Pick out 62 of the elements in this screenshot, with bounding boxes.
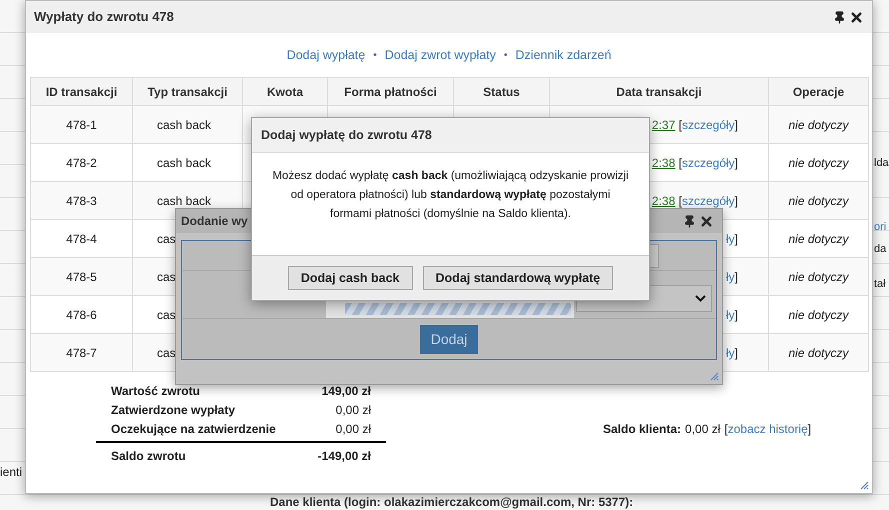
details-link[interactable]: szczegóły: [682, 156, 735, 170]
balance-value: 0,00 zł: [685, 420, 720, 438]
dialog-title: Wypłaty do zwrotu 478: [34, 8, 174, 26]
background-link[interactable]: ori: [874, 219, 886, 236]
table-cell: nie dotyczy: [768, 334, 868, 372]
column-header: Forma płatności: [328, 78, 454, 106]
details-link[interactable]: ły: [726, 270, 735, 284]
resize-grip-icon[interactable]: [709, 371, 719, 381]
date-link[interactable]: 2:38: [652, 194, 676, 208]
summary-label: Zatwierdzone wypłaty: [111, 402, 236, 418]
bracket: ]: [734, 346, 738, 360]
table-cell: 478-7: [30, 334, 132, 372]
date-link[interactable]: 2:38: [652, 156, 676, 170]
bracket: ]: [734, 270, 738, 284]
details-link[interactable]: szczegóły: [682, 194, 735, 208]
bracket: ]: [734, 194, 738, 208]
separator-dot: •: [504, 48, 508, 62]
history-link[interactable]: zobacz historię: [728, 420, 808, 438]
details-link[interactable]: ły: [726, 232, 735, 246]
pin-icon[interactable]: [833, 10, 846, 24]
background-text: ienti: [0, 464, 22, 481]
summary-value: -149,00 zł: [318, 448, 371, 465]
balance-label: Saldo klienta:: [603, 420, 682, 438]
close-icon[interactable]: [849, 10, 864, 24]
pin-icon[interactable]: [683, 214, 696, 228]
details-link[interactable]: ły: [726, 346, 735, 360]
close-icon[interactable]: [699, 214, 714, 228]
dialog-button[interactable]: Dodaj cash back: [288, 266, 413, 290]
details-link[interactable]: szczegóły: [682, 118, 735, 132]
summary-label: Wartość zwrotu: [111, 382, 200, 400]
nav-link[interactable]: Dodaj wypłatę: [286, 46, 366, 64]
summary-value: 149,00 zł: [322, 382, 371, 400]
bracket: ]: [808, 420, 812, 438]
column-header: ID transakcji: [30, 78, 132, 106]
background-text: lda: [874, 156, 889, 171]
dialog-title: Dodaj wypłatę do zwrotu 478: [261, 126, 432, 144]
summary-label: Saldo zwrotu: [111, 448, 186, 465]
separator-dot: •: [373, 48, 377, 62]
summary-label: Oczekujące na zatwierdzenie: [111, 420, 276, 438]
bracket: ]: [734, 118, 738, 132]
bracket: ]: [734, 232, 738, 246]
dialog-button[interactable]: Dodaj standardową wypłatę: [422, 266, 614, 290]
chevron-down-icon: [695, 295, 706, 302]
bracket: [: [678, 194, 682, 208]
client-data-heading: Dane klienta (login: olakazimierczakcom@gmail.com, Nr: 5377):: [270, 496, 634, 509]
nav-link[interactable]: Dziennik zdarzeń: [515, 46, 612, 64]
date-link[interactable]: 2:37: [652, 118, 676, 132]
background-text: da: [874, 242, 886, 257]
bracket: [: [678, 118, 682, 132]
bracket: [: [678, 156, 682, 170]
bracket: ]: [734, 308, 738, 322]
dialog-message: Możesz dodać wypłatę cash back (umożliwiającą odzyskanie prowizji od operatora płatności) lub standardową wypłatę pozostałymi formami płatności (domyślnie na Saldo klienta).: [271, 168, 630, 222]
bracket: ]: [734, 156, 738, 170]
background-text: tał: [874, 277, 886, 292]
resize-grip-icon[interactable]: [859, 480, 869, 490]
nav-link[interactable]: Dodaj zwrot wypłaty: [384, 46, 496, 64]
add-button[interactable]: Dodaj: [420, 324, 478, 354]
column-header: Data transakcji: [550, 78, 768, 106]
summary-value: 0,00 zł: [336, 420, 371, 438]
details-link[interactable]: ły: [726, 308, 735, 322]
summary-value: 0,00 zł: [336, 402, 371, 418]
bracket: [: [724, 420, 728, 438]
